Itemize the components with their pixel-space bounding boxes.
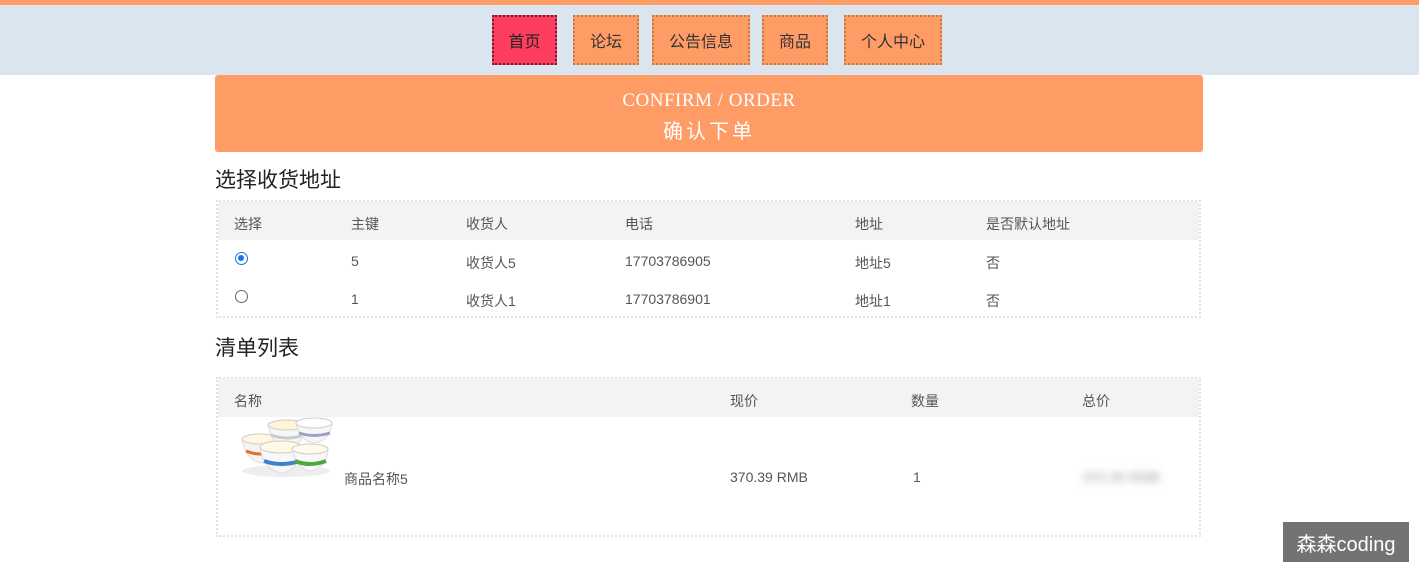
cart-table-header: 名称 现价 数量 总价 bbox=[218, 379, 1199, 417]
nav-products[interactable]: 商品 bbox=[762, 15, 828, 65]
col-header-name: 名称 bbox=[234, 393, 262, 409]
address-receiver: 收货人5 bbox=[466, 255, 516, 271]
product-total: 370.39 RMB bbox=[1082, 469, 1160, 485]
col-header-receiver: 收货人 bbox=[466, 216, 508, 232]
address-receiver: 收货人1 bbox=[466, 293, 516, 309]
banner-title-cn: 确认下单 bbox=[663, 121, 755, 143]
nav-personal-center[interactable]: 个人中心 bbox=[844, 15, 942, 65]
product-quantity: 1 bbox=[913, 469, 921, 485]
nav-forum[interactable]: 论坛 bbox=[573, 15, 639, 65]
address-radio-1[interactable] bbox=[235, 290, 248, 303]
address-table: 选择 主键 收货人 电话 地址 是否默认地址 5 收货人5 1770378690… bbox=[216, 200, 1201, 318]
address-id: 1 bbox=[351, 291, 359, 307]
product-image bbox=[241, 417, 333, 477]
cart-table: 名称 现价 数量 总价 商品名称5 370.39 RMB 1 370.39 RM… bbox=[216, 377, 1201, 537]
page-banner: CONFIRM / ORDER 确认下单 bbox=[215, 75, 1203, 152]
watermark: 森森coding bbox=[1283, 522, 1409, 562]
address-section-title: 选择收货地址 bbox=[215, 169, 341, 192]
cart-section-title: 清单列表 bbox=[215, 337, 299, 360]
col-header-address: 地址 bbox=[855, 216, 883, 232]
product-price: 370.39 RMB bbox=[730, 469, 808, 485]
col-header-phone: 电话 bbox=[625, 216, 653, 232]
address-default-flag: 否 bbox=[986, 293, 1000, 309]
address-location: 地址5 bbox=[855, 255, 891, 271]
nav-home[interactable]: 首页 bbox=[492, 15, 557, 65]
address-radio-5[interactable] bbox=[235, 252, 248, 265]
product-name: 商品名称5 bbox=[344, 471, 408, 487]
address-phone: 17703786901 bbox=[625, 291, 711, 307]
col-header-qty: 数量 bbox=[911, 393, 939, 409]
address-default-flag: 否 bbox=[986, 255, 1000, 271]
col-header-id: 主键 bbox=[351, 216, 379, 232]
address-id: 5 bbox=[351, 253, 359, 269]
nav-announcements[interactable]: 公告信息 bbox=[652, 15, 750, 65]
col-header-default: 是否默认地址 bbox=[986, 216, 1070, 232]
address-phone: 17703786905 bbox=[625, 253, 711, 269]
col-header-total: 总价 bbox=[1082, 393, 1110, 409]
col-header-price: 现价 bbox=[730, 393, 758, 409]
address-table-header: 选择 主键 收货人 电话 地址 是否默认地址 bbox=[218, 202, 1199, 240]
address-location: 地址1 bbox=[855, 293, 891, 309]
navbar: 首页 论坛 公告信息 商品 个人中心 bbox=[0, 5, 1419, 75]
banner-title-en: CONFIRM / ORDER bbox=[622, 90, 796, 111]
col-header-select: 选择 bbox=[234, 216, 262, 232]
